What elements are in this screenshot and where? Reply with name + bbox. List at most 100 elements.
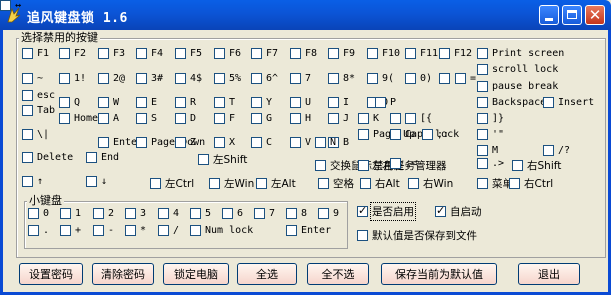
key-option[interactable]: Print screen <box>477 48 564 59</box>
key-option[interactable]: Q <box>59 97 80 108</box>
key-option[interactable]: K <box>358 113 379 124</box>
key-option[interactable]: F11 <box>405 48 438 59</box>
key-checkbox[interactable] <box>98 137 109 148</box>
key-checkbox[interactable] <box>509 178 520 189</box>
key-option[interactable]: 1! <box>59 73 86 84</box>
key-option[interactable]: H <box>290 113 311 124</box>
key-option[interactable]: Z <box>175 137 196 148</box>
key-option[interactable]: F8 <box>290 48 317 59</box>
key-option[interactable]: → <box>0 0 21 11</box>
key-checkbox[interactable] <box>22 176 33 187</box>
key-option[interactable]: F3 <box>98 48 125 59</box>
key-option[interactable]: P <box>375 97 396 108</box>
numpad-option[interactable]: 9 <box>318 208 339 219</box>
numpad-checkbox[interactable] <box>125 208 136 219</box>
key-checkbox[interactable] <box>22 129 33 140</box>
numpad-option[interactable]: 4 <box>158 208 179 219</box>
key-option[interactable]: 左Shift <box>198 152 247 167</box>
key-checkbox[interactable] <box>390 129 401 140</box>
key-checkbox[interactable] <box>59 97 70 108</box>
key-checkbox[interactable] <box>477 129 488 140</box>
exit-button[interactable]: 退出 <box>518 263 580 285</box>
key-checkbox[interactable] <box>251 137 262 148</box>
key-checkbox[interactable] <box>290 73 301 84</box>
numpad-option[interactable]: 1 <box>60 208 81 219</box>
key-option[interactable]: F7 <box>251 48 278 59</box>
key-option[interactable]: 右Win <box>408 176 453 191</box>
key-checkbox[interactable] <box>136 113 147 124</box>
key-checkbox[interactable] <box>439 73 450 84</box>
key-checkbox[interactable] <box>477 48 488 59</box>
key-option[interactable]: End <box>86 152 119 163</box>
key-option[interactable]: F6 <box>214 48 241 59</box>
key-checkbox[interactable] <box>477 113 488 124</box>
select-none-button[interactable]: 全不选 <box>307 263 369 285</box>
key-option[interactable]: W <box>98 97 119 108</box>
numpad-checkbox[interactable] <box>222 208 233 219</box>
key-checkbox[interactable] <box>175 113 186 124</box>
key-checkbox[interactable] <box>136 48 147 59</box>
key-checkbox[interactable] <box>477 158 488 169</box>
key-checkbox[interactable] <box>422 129 433 140</box>
key-checkbox[interactable] <box>251 73 262 84</box>
clear-password-button[interactable]: 清除密码 <box>92 263 154 285</box>
numpad-option[interactable]: 7 <box>254 208 275 219</box>
key-option[interactable]: A <box>98 113 119 124</box>
key-checkbox[interactable] <box>315 160 326 171</box>
key-option[interactable]: U <box>290 97 311 108</box>
set-password-button[interactable]: 设置密码 <box>19 263 83 285</box>
key-option[interactable]: 右Shift <box>512 158 561 173</box>
minimize-button[interactable] <box>539 5 559 25</box>
key-option[interactable]: T <box>214 97 235 108</box>
key-option[interactable]: ,< <box>390 158 417 169</box>
numpad-checkbox[interactable] <box>158 225 169 236</box>
key-checkbox[interactable] <box>22 105 33 116</box>
key-checkbox[interactable] <box>214 48 225 59</box>
key-checkbox[interactable] <box>98 97 109 108</box>
key-checkbox[interactable] <box>251 48 262 59</box>
key-checkbox[interactable] <box>290 97 301 108</box>
key-option[interactable]: [{ <box>405 113 432 124</box>
key-checkbox[interactable] <box>477 81 488 92</box>
save-default-option[interactable]: 默认值是否保存到文件 <box>357 228 477 243</box>
key-option[interactable]: 空格 <box>318 176 354 191</box>
maximize-button[interactable] <box>562 5 582 25</box>
key-option[interactable]: 右Ctrl <box>509 176 553 191</box>
key-option[interactable]: 5% <box>214 73 241 84</box>
key-checkbox[interactable] <box>22 152 33 163</box>
key-option[interactable]: = <box>455 73 476 84</box>
key-checkbox[interactable] <box>358 113 369 124</box>
key-option[interactable]: X <box>214 137 235 148</box>
key-option[interactable]: Insert <box>543 97 594 108</box>
key-checkbox[interactable] <box>59 113 70 124</box>
key-checkbox[interactable] <box>175 137 186 148</box>
key-option[interactable]: Backspace <box>477 97 546 108</box>
numpad-option[interactable]: 3 <box>125 208 146 219</box>
key-checkbox[interactable] <box>477 64 488 75</box>
key-option[interactable]: ]} <box>477 113 504 124</box>
key-checkbox[interactable] <box>136 97 147 108</box>
key-checkbox[interactable] <box>360 178 371 189</box>
close-button[interactable]: ✕ <box>585 5 605 25</box>
key-checkbox[interactable] <box>367 73 378 84</box>
numpad-option[interactable]: 5 <box>190 208 211 219</box>
numpad-checkbox[interactable] <box>125 225 136 236</box>
key-checkbox[interactable] <box>477 145 488 156</box>
key-checkbox[interactable] <box>98 73 109 84</box>
key-checkbox[interactable] <box>136 73 147 84</box>
numpad-checkbox[interactable] <box>93 225 104 236</box>
key-checkbox[interactable] <box>136 137 147 148</box>
key-checkbox[interactable] <box>175 73 186 84</box>
key-checkbox[interactable] <box>59 48 70 59</box>
key-option[interactable]: 9( <box>367 73 394 84</box>
key-option[interactable]: G <box>251 113 272 124</box>
key-option[interactable]: 左Ctrl <box>150 176 194 191</box>
key-checkbox[interactable] <box>512 160 523 171</box>
key-option[interactable]: 2@ <box>98 73 125 84</box>
key-checkbox[interactable] <box>315 137 326 148</box>
key-option[interactable]: F <box>214 113 235 124</box>
key-option[interactable]: 左Win <box>209 176 254 191</box>
key-option[interactable]: 4$ <box>175 73 202 84</box>
key-option[interactable]: ;: <box>422 129 449 140</box>
save-default-button[interactable]: 保存当前为默认值 <box>381 263 497 285</box>
